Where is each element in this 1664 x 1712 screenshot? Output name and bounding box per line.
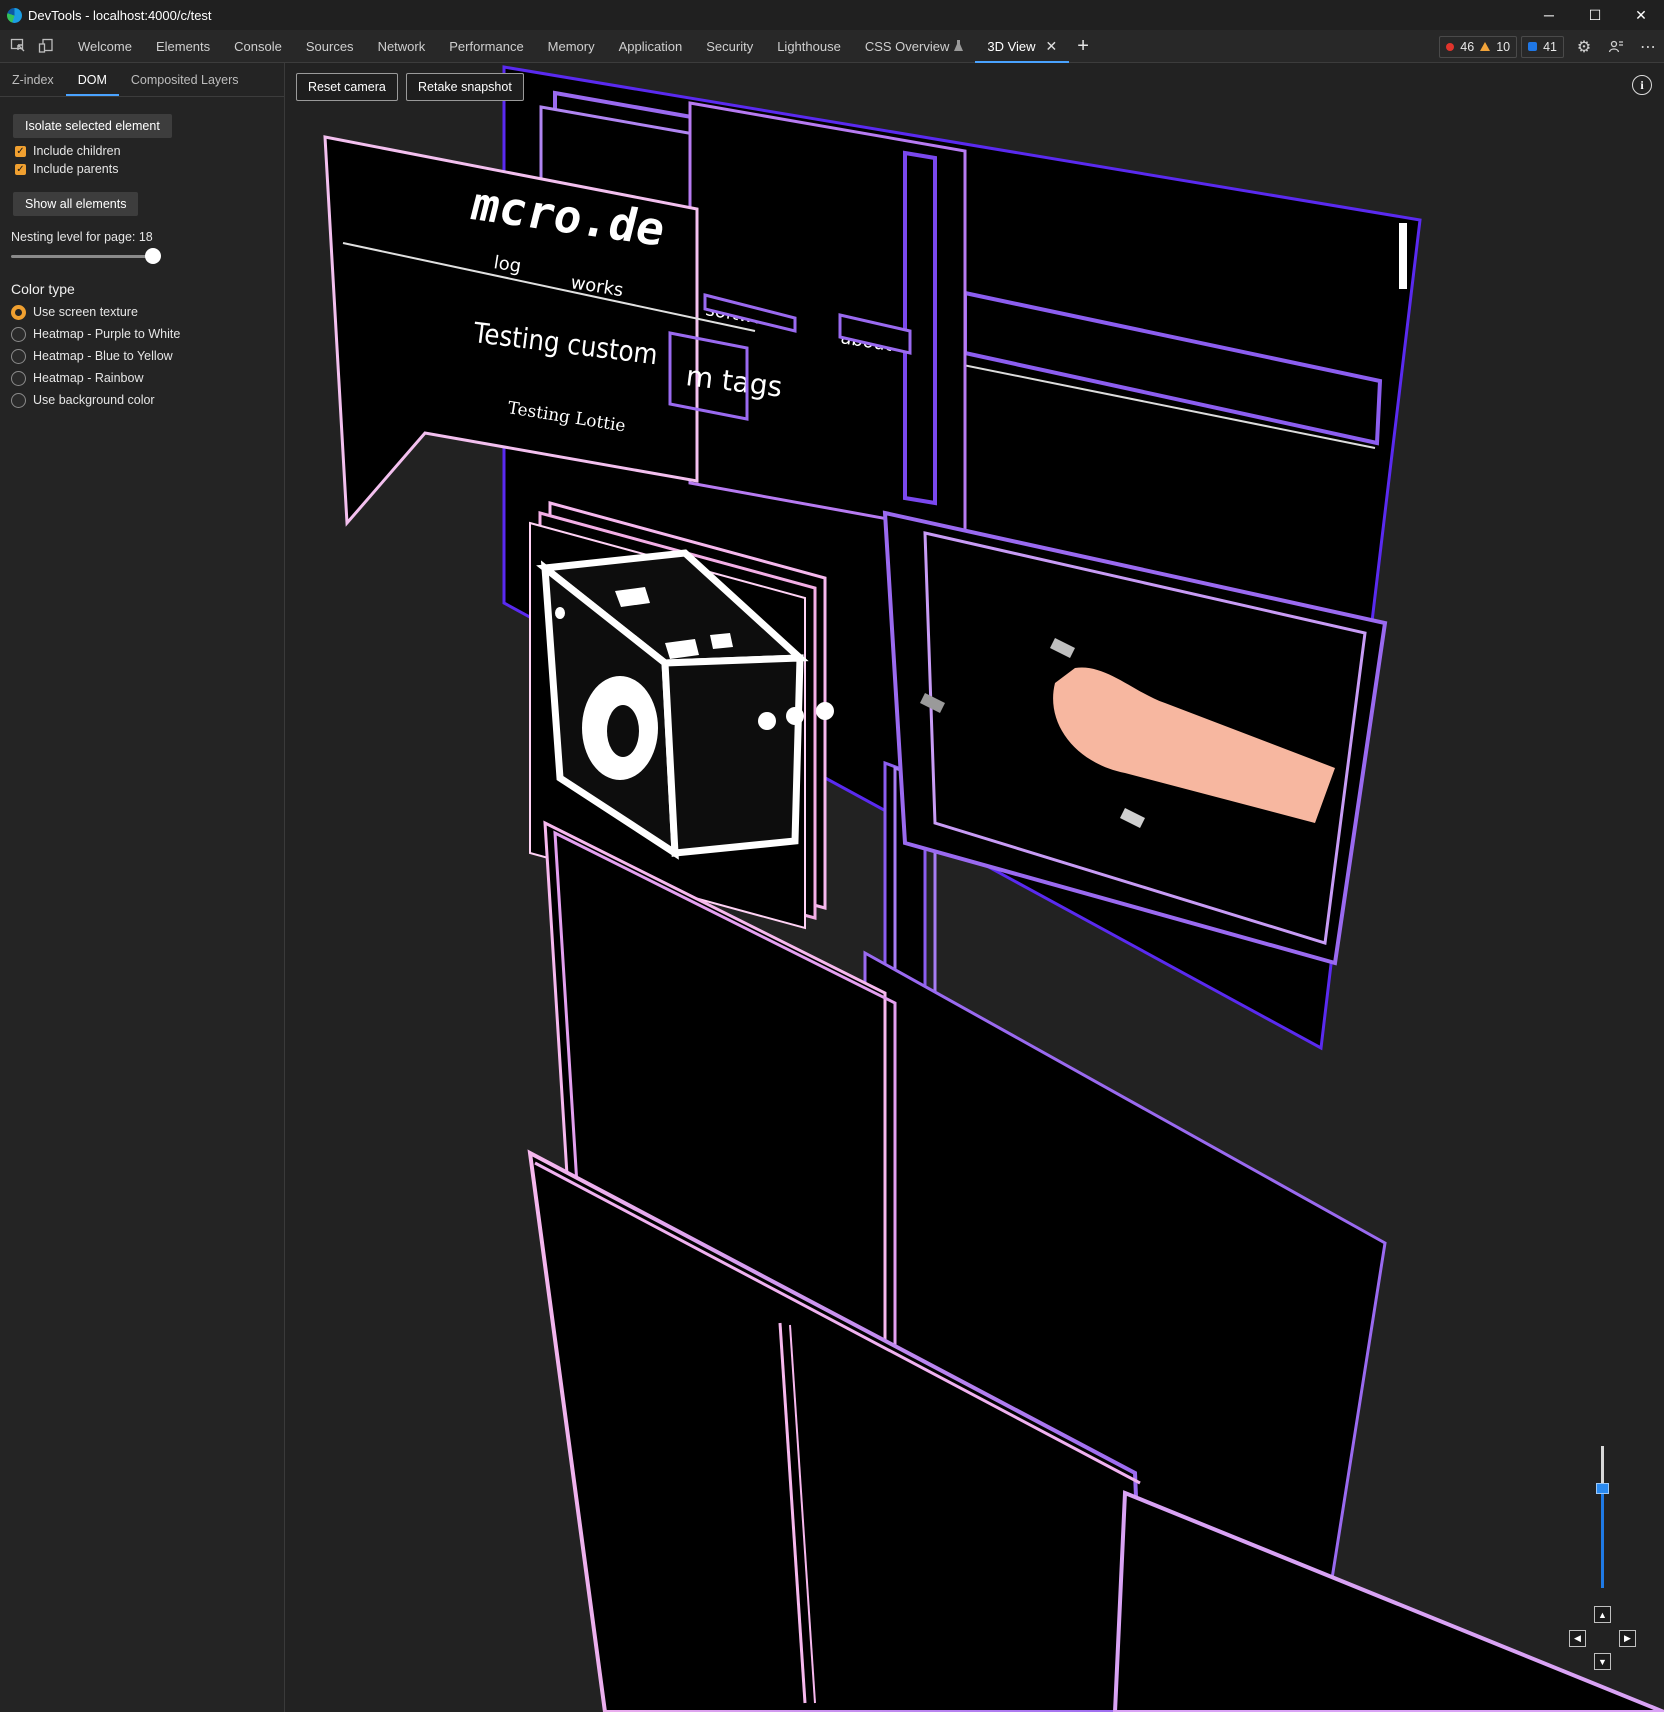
radio-screen-texture[interactable] [11,304,26,320]
window-controls: ─ ☐ ✕ [1526,0,1664,30]
color-option-label: Use background color [33,393,155,407]
zoom-thumb[interactable] [1596,1483,1609,1494]
tab-welcome[interactable]: Welcome [66,30,144,63]
subtab-dom[interactable]: DOM [65,63,119,96]
pan-down-button[interactable]: ▼ [1594,1653,1611,1670]
tab-css-overview-label: CSS Overview [864,38,950,54]
issues-counter[interactable]: 46 10 [1439,35,1518,58]
toolbar-right: 46 10 41 ⚙ ⋯ [1439,30,1664,63]
color-option-screen-texture[interactable]: Use screen texture [11,301,284,323]
color-option-label: Heatmap - Blue to Yellow [33,349,173,363]
radio-blue-yellow[interactable] [11,348,26,364]
nesting-level-slider[interactable] [11,247,161,265]
color-option-label: Heatmap - Purple to White [33,327,181,341]
tab-css-overview[interactable]: CSS Overview [853,30,976,63]
tab-elements[interactable]: Elements [144,30,222,63]
tab-performance[interactable]: Performance [437,30,535,63]
3d-view-sidebar: Z-index DOM Composited Layers Isolate se… [0,63,285,1712]
close-window-button[interactable]: ✕ [1618,0,1664,30]
zoom-track [1601,1446,1604,1488]
zoom-slider[interactable] [1596,1446,1610,1588]
color-option-label: Use screen texture [33,305,138,319]
nesting-level-label: Nesting level for page: 18 [11,230,153,244]
minimize-button[interactable]: ─ [1526,0,1572,30]
radio-purple-white[interactable] [11,326,26,342]
info-icon[interactable]: i [1632,75,1652,95]
tab-memory[interactable]: Memory [536,30,607,63]
subtab-composited-layers[interactable]: Composited Layers [119,63,251,96]
warnings-count: 10 [1496,39,1511,54]
pan-left-button[interactable]: ◀ [1569,1630,1586,1647]
retake-snapshot-button[interactable]: Retake snapshot [406,73,524,101]
subtab-bar: Z-index DOM Composited Layers [0,63,284,97]
tab-security[interactable]: Security [694,30,765,63]
warning-icon [1480,42,1491,51]
experiment-flask-icon [954,39,964,54]
pan-right-button[interactable]: ▶ [1619,1630,1636,1647]
color-option-rainbow[interactable]: Heatmap - Rainbow [11,367,284,389]
nesting-slider-track [11,255,153,258]
3d-viewport[interactable]: mcro.de log works software about Testing… [285,63,1664,1712]
include-parents-checkbox[interactable]: ✓ [15,163,26,175]
error-icon [1446,42,1455,51]
3d-dom-scene[interactable]: mcro.de log works software about Testing… [285,63,1664,1712]
inspect-element-icon[interactable] [4,30,32,63]
nav-log-text: log [492,252,522,277]
edge-app-icon [7,7,22,23]
radio-rainbow[interactable] [11,370,26,386]
customize-devtools-icon[interactable] [1600,30,1632,63]
isolate-selected-element-button[interactable]: Isolate selected element [13,114,172,138]
color-option-blue-yellow[interactable]: Heatmap - Blue to Yellow [11,345,284,367]
device-emulation-icon[interactable] [32,30,60,63]
color-type-heading: Color type [11,281,75,297]
zoom-track-filled [1601,1488,1604,1588]
issues-count: 41 [1543,39,1557,54]
include-children-option[interactable]: ✓ Include children [15,142,284,160]
include-parents-label: Include parents [33,162,119,176]
close-tab-icon[interactable]: ✕ [1046,38,1058,55]
tab-sources[interactable]: Sources [294,30,366,63]
tab-lighthouse[interactable]: Lighthouse [765,30,853,63]
include-parents-option[interactable]: ✓ Include parents [15,160,284,178]
more-options-icon[interactable]: ⋯ [1632,30,1664,63]
radio-background-color[interactable] [11,392,26,408]
issues-icon [1528,42,1538,51]
include-children-checkbox[interactable]: ✓ [15,145,26,157]
include-children-label: Include children [33,144,121,158]
nesting-slider-thumb[interactable] [145,248,161,264]
tab-console[interactable]: Console [222,30,294,63]
maximize-button[interactable]: ☐ [1572,0,1618,30]
subtab-z-index[interactable]: Z-index [0,63,66,96]
info-counter[interactable]: 41 [1521,35,1564,58]
reset-camera-button[interactable]: Reset camera [296,73,398,101]
tab-application[interactable]: Application [607,30,695,63]
tab-network[interactable]: Network [366,30,438,63]
tab-3d-view[interactable]: 3D View ✕ [975,30,1070,63]
title-bar: DevTools - localhost:4000/c/test ─ ☐ ✕ [0,0,1664,30]
window-title: DevTools - localhost:4000/c/test [28,7,212,23]
color-option-label: Heatmap - Rainbow [33,371,144,385]
tab-3d-view-label: 3D View [987,38,1036,54]
add-tab-icon[interactable]: + [1069,35,1097,58]
show-all-elements-button[interactable]: Show all elements [13,192,139,216]
settings-gear-icon[interactable]: ⚙ [1568,30,1600,63]
pan-up-button[interactable]: ▲ [1594,1606,1611,1623]
color-option-background[interactable]: Use background color [11,389,284,411]
color-option-purple-white[interactable]: Heatmap - Purple to White [11,323,284,345]
devtools-tab-bar: Welcome Elements Console Sources Network… [0,30,1664,63]
errors-count: 46 [1460,39,1475,54]
